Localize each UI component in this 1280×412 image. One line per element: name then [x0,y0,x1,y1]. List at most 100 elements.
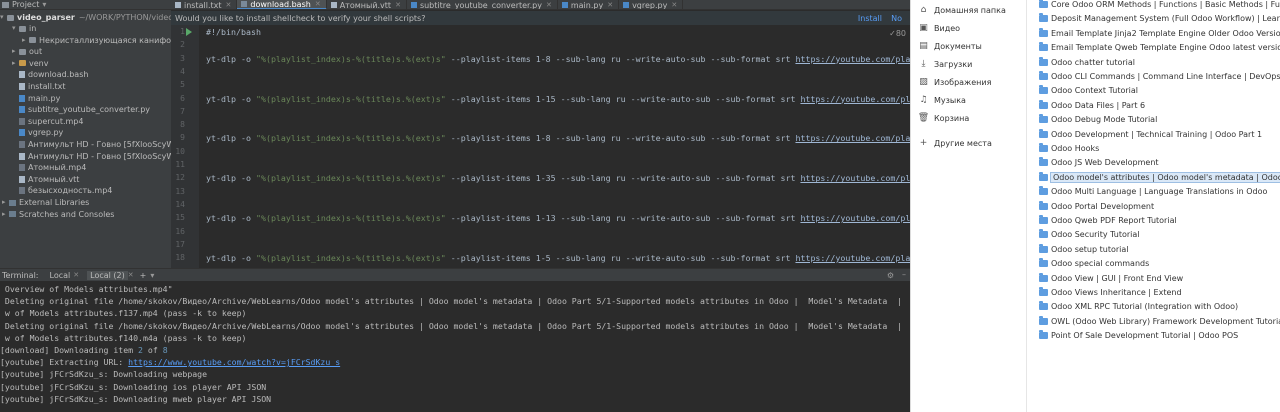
folder-item[interactable]: Odoo Qweb PDF Report Tutorial [1039,214,1280,227]
editor-tab[interactable]: subtitre_youtube_converter.py ✕ [407,0,558,9]
new-terminal-button[interactable]: + [140,271,147,280]
folder-icon [1039,287,1048,296]
close-icon[interactable]: ✕ [128,271,134,279]
terminal-link[interactable]: https://www.youtube.com/watch?v=jFCrSdKz… [128,357,340,367]
folder-item[interactable]: Odoo Hooks [1039,142,1280,155]
inspection-indicator[interactable]: ✓80 [889,29,906,38]
folder-icon [1039,186,1048,196]
tree-item[interactable]: Антимульт HD - Говно [5fXlooScyWM].ru [0,151,171,162]
folder-item[interactable]: Email Template Jinja2 Template Engine Ol… [1039,27,1280,40]
tree-item[interactable]: supercut.mp4 [0,116,171,127]
tree-item[interactable]: ▾ in [0,23,171,34]
chevron-right-icon[interactable]: ▸ [2,209,9,220]
chevron-right-icon[interactable]: ▸ [12,46,19,57]
tree-item[interactable]: subtitre_youtube_converter.py [0,104,171,115]
folder-item[interactable]: Email Template Qweb Template Engine Odoo… [1039,41,1280,54]
tree-item[interactable]: install.txt [0,81,171,92]
sidebar-place[interactable]: ⌂ Домашняя папка [919,2,1006,18]
close-icon[interactable]: ✕ [546,1,552,9]
chevron-right-icon[interactable]: ▸ [22,35,29,46]
folder-item[interactable]: Odoo CLI Commands | Command Line Interfa… [1039,70,1280,83]
folder-item[interactable]: Odoo Development | Technical Training | … [1039,128,1280,141]
tree-item[interactable]: ▸ External Libraries [0,197,171,208]
close-icon[interactable]: ✕ [315,0,321,8]
tree-item[interactable]: Атомный.vtt [0,174,171,185]
sidebar-place[interactable]: ⤓ Загрузки [919,56,973,72]
tree-item[interactable]: безысходность.mp4 [0,185,171,196]
dismiss-link[interactable]: No [891,14,902,23]
folder-item[interactable]: Odoo View | GUI | Front End View [1039,272,1280,285]
folder-item[interactable]: Odoo model's attributes | Odoo model's m… [1039,171,1280,184]
editor-tab[interactable]: install.txt ✕ [171,0,238,9]
close-icon[interactable]: ✕ [73,271,79,279]
chevron-right-icon[interactable]: ▸ [2,197,9,208]
gear-icon[interactable]: ⚙ [887,271,894,280]
tree-item[interactable]: ▸ Некристаллизующаяся канифоль [rvw [0,35,171,46]
tree-root[interactable]: ▾ video_parser ~/WORK/PYTHON/video_pars [0,12,171,23]
tab-label: download.bash [250,0,311,9]
folder-icon [1039,85,1048,95]
tree-item[interactable]: ▸ venv [0,58,171,69]
folder-item[interactable]: Odoo Context Tutorial [1039,84,1280,97]
folder-item[interactable]: OWL (Odoo Web Library) Framework Develop… [1039,315,1280,328]
folder-item[interactable]: Odoo JS Web Development [1039,156,1280,169]
folder-item[interactable]: Odoo Debug Mode Tutorial [1039,113,1280,126]
chevron-right-icon[interactable]: ▸ [12,58,19,69]
folder-name: Core Odoo ORM Methods | Functions | Basi… [1051,0,1280,9]
tab-label: vgrep.py [632,0,668,10]
minimize-icon[interactable]: – [902,270,906,279]
sidebar-place[interactable]: ▨ Изображения [919,74,991,90]
playlist-url[interactable]: https://youtube.com/playlist [800,94,910,104]
folder-item[interactable]: Odoo special commands [1039,257,1280,270]
folder-item[interactable]: Core Odoo ORM Methods | Functions | Basi… [1039,0,1280,11]
tree-item[interactable]: Атомный.mp4 [0,162,171,173]
install-shellcheck-link[interactable]: Install [858,14,882,23]
playlist-url[interactable]: https://youtube.com/playlist [800,213,910,223]
close-icon[interactable]: ✕ [226,1,232,9]
sidebar-place[interactable]: + Другие места [919,135,992,151]
chevron-down-icon[interactable]: ▾ [42,0,46,9]
folder-item[interactable]: Odoo XML RPC Tutorial (Integration with … [1039,300,1280,313]
output-template-string: "%(playlist_index)s-%(title)s.%(ext)s" [255,133,446,144]
tree-item[interactable]: main.py [0,93,171,104]
playlist-url[interactable]: https://youtube.com/playlist [800,173,910,183]
folder-icon [19,25,26,32]
sidebar-place[interactable]: ▤ Документы [919,38,982,54]
playlist-url[interactable]: https://youtube.com/playlist [795,54,910,64]
close-icon[interactable]: ✕ [607,1,613,9]
chevron-right-icon[interactable]: ▾ [12,23,19,34]
editor-tab[interactable]: Атомный.vtt ✕ [327,0,407,9]
tree-item[interactable]: ▸ Scratches and Consoles [0,209,171,220]
folder-item[interactable]: Odoo Security Tutorial [1039,228,1280,241]
editor-tab[interactable]: download.bash ✕ [237,0,327,9]
editor-tab[interactable]: vgrep.py ✕ [619,0,684,10]
playlist-url[interactable]: https://youtube.com/playlist [795,253,910,263]
run-icon[interactable] [186,28,192,36]
folder-item[interactable]: Odoo Portal Development [1039,200,1280,213]
terminal-tab-local-2[interactable]: Local (2) [87,270,128,280]
folder-item[interactable]: Odoo Data Files | Part 6 [1039,99,1280,112]
sidebar-place[interactable]: ♫ Музыка [919,92,966,108]
folder-item[interactable]: Odoo Multi Language | Language Translati… [1039,185,1280,198]
sidebar-place[interactable]: 🗑 Корзина [918,110,969,126]
tree-item[interactable]: download.bash [0,69,171,80]
project-panel-header[interactable]: Project ▾ [0,0,171,10]
tree-item[interactable]: vgrep.py [0,127,171,138]
folder-item[interactable]: Odoo Views Inheritance | Extend [1039,286,1280,299]
tree-item[interactable]: Антимульт HD - Говно [5fXlooScyWM].m [0,139,171,150]
chevron-down-icon[interactable]: ▾ [0,12,7,23]
folder-item[interactable]: Odoo chatter tutorial [1039,56,1280,69]
media-file-icon [19,187,25,195]
folder-item[interactable]: Deposit Management System (Full Odoo Wor… [1039,12,1280,25]
terminal-tab-local[interactable]: Local [47,271,74,280]
folder-item[interactable]: Odoo setup tutorial [1039,243,1280,256]
close-icon[interactable]: ✕ [395,1,401,9]
chevron-down-icon[interactable]: ▾ [150,271,154,280]
code-editor[interactable]: 1 2 3 4 5 6 7 8 9 10 11 12 13 14 15 16 17 18 ✓80 #!/bin/b… [171,25,910,268]
folder-item[interactable]: Point Of Sale Development Tutorial | Odo… [1039,329,1280,342]
close-icon[interactable]: ✕ [671,1,677,9]
editor-tab[interactable]: main.py ✕ [558,0,620,9]
playlist-url[interactable]: https://youtube.com/playlist [795,133,910,143]
sidebar-place[interactable]: ▣ Видео [919,20,960,36]
tree-item[interactable]: ▸ out [0,46,171,57]
